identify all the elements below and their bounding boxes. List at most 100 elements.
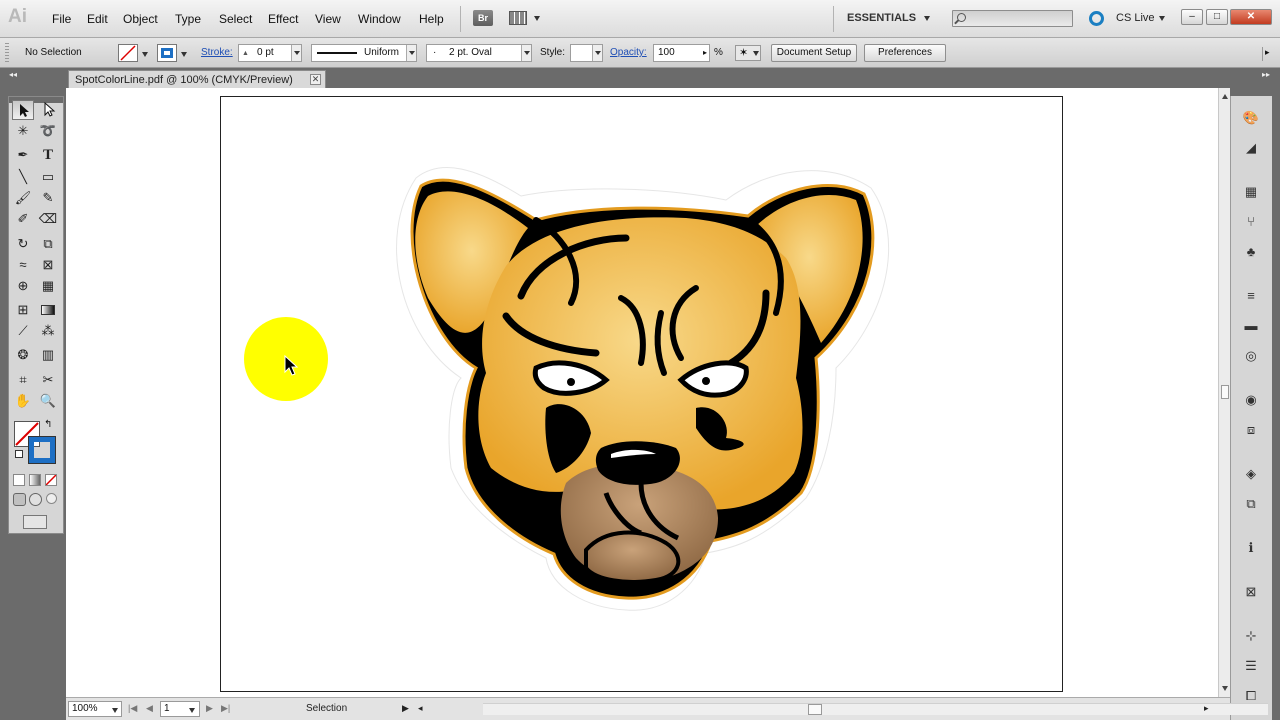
expand-icon[interactable]: ▸▸ (1262, 70, 1270, 79)
symbols-panel-icon[interactable]: ♣ (1241, 243, 1261, 261)
menu-help[interactable]: Help (419, 12, 444, 26)
document-tab[interactable]: SpotColorLine.pdf @ 100% (CMYK/Preview) … (68, 70, 326, 88)
recolor-artwork-button[interactable]: ✶ (735, 45, 761, 61)
horizontal-scrollbar[interactable] (483, 703, 1268, 715)
navigator-panel-icon[interactable]: ⊠ (1241, 583, 1261, 601)
selection-tool-icon[interactable] (12, 100, 34, 120)
search-input[interactable] (952, 10, 1073, 27)
maximize-button[interactable]: □ (1206, 9, 1228, 25)
scroll-thumb[interactable] (1221, 385, 1229, 399)
align-panel-icon[interactable]: ☰ (1241, 657, 1261, 675)
type-tool-icon[interactable]: T (37, 145, 59, 165)
workspace-switcher[interactable]: ESSENTIALS (847, 12, 916, 24)
close-tab-icon[interactable]: ✕ (310, 74, 321, 85)
draw-normal-icon[interactable] (13, 493, 26, 506)
appearance-panel-icon[interactable]: ◉ (1241, 391, 1261, 409)
chevron-down-icon[interactable] (521, 45, 531, 61)
default-colors-icon[interactable] (15, 450, 23, 458)
scroll-down-icon[interactable] (1222, 686, 1228, 691)
scroll-up-icon[interactable] (1222, 94, 1228, 99)
transform-panel-icon[interactable]: ⊹ (1241, 627, 1261, 645)
artboard-tool-icon[interactable]: ⌗ (12, 370, 34, 390)
artboard-number-field[interactable]: 1 (160, 701, 200, 717)
menu-edit[interactable]: Edit (87, 12, 108, 26)
graphic-styles-panel-icon[interactable]: ⧈ (1241, 421, 1261, 439)
menu-window[interactable]: Window (358, 12, 401, 26)
color-guide-icon[interactable]: ◢ (1241, 139, 1261, 157)
line-tool-icon[interactable]: ╲ (12, 167, 34, 187)
swap-colors-icon[interactable]: ↰ (44, 419, 52, 430)
control-bar-menu-icon[interactable]: ▸ (1262, 47, 1272, 61)
mesh-tool-icon[interactable]: ⊞ (12, 300, 34, 320)
swatches-panel-icon[interactable]: ▦ (1241, 183, 1261, 201)
document-info-icon[interactable]: ℹ (1241, 539, 1261, 557)
scroll-thumb[interactable] (808, 704, 822, 715)
chevron-down-icon[interactable] (406, 45, 416, 61)
canvas[interactable] (66, 88, 1218, 697)
gradient-tool-icon[interactable] (37, 300, 59, 320)
current-tool-status[interactable]: Selection (306, 703, 347, 714)
eyedropper-tool-icon[interactable]: ⟋ (12, 321, 34, 341)
opacity-field[interactable]: 100 ▸ (653, 44, 710, 62)
menu-type[interactable]: Type (175, 12, 201, 26)
stroke-color-swatch[interactable] (28, 436, 56, 464)
screen-mode-icon[interactable] (23, 515, 47, 529)
opacity-label-link[interactable]: Opacity: (610, 47, 647, 58)
vertical-scrollbar[interactable] (1218, 88, 1230, 697)
zoom-tool-icon[interactable]: 🔍 (37, 391, 59, 411)
draw-behind-icon[interactable] (29, 493, 42, 506)
graphic-style-picker[interactable] (570, 44, 603, 62)
perspective-grid-tool-icon[interactable]: ▦ (37, 276, 59, 296)
menu-file[interactable]: File (52, 12, 71, 26)
gradient-panel-icon[interactable]: ▬ (1241, 317, 1261, 335)
column-graph-tool-icon[interactable]: ▥ (37, 345, 59, 365)
document-setup-button[interactable]: Document Setup (771, 44, 857, 62)
pencil-tool-icon[interactable]: ✎ (37, 188, 59, 208)
stroke-swatch[interactable] (157, 44, 177, 62)
warp-tool-icon[interactable]: ≈ (12, 255, 34, 275)
lasso-tool-icon[interactable]: ➰ (37, 121, 59, 141)
variable-width-profile[interactable]: Uniform (311, 44, 417, 62)
stroke-weight-field[interactable]: ▲▼ 0 pt (238, 44, 302, 62)
pen-tool-icon[interactable]: ✒ (12, 145, 34, 165)
next-artboard-icon[interactable]: ▶ (206, 703, 213, 714)
paintbrush-tool-icon[interactable]: 🖌 (12, 188, 34, 208)
menu-effect[interactable]: Effect (268, 12, 298, 26)
panel-grip-icon[interactable] (5, 43, 9, 63)
symbol-sprayer-tool-icon[interactable]: ❂ (12, 345, 34, 365)
scroll-right-icon[interactable]: ▸ (1204, 703, 1209, 714)
stroke-panel-icon[interactable]: ≡ (1241, 287, 1261, 305)
magic-wand-tool-icon[interactable]: ✳ (12, 121, 34, 141)
arrange-documents-button[interactable] (509, 10, 541, 26)
blob-brush-tool-icon[interactable]: ✐ (12, 209, 34, 229)
scroll-left-icon[interactable]: ◂ (418, 703, 423, 714)
eraser-tool-icon[interactable]: ⌫ (37, 209, 59, 229)
direct-selection-tool-icon[interactable] (37, 100, 59, 120)
rectangle-tool-icon[interactable]: ▭ (37, 167, 59, 187)
color-panel-icon[interactable]: 🎨 (1241, 109, 1261, 127)
menu-view[interactable]: View (315, 12, 341, 26)
close-button[interactable]: ✕ (1230, 9, 1272, 25)
stroke-label-link[interactable]: Stroke: (201, 47, 233, 58)
chevron-down-icon[interactable] (291, 45, 301, 61)
brushes-panel-icon[interactable]: ⑂ (1241, 213, 1261, 231)
chevron-down-icon[interactable] (181, 52, 187, 57)
none-mode-icon[interactable] (45, 474, 57, 486)
bridge-button[interactable]: Br (473, 10, 493, 26)
chevron-right-icon[interactable]: ▸ (703, 45, 707, 61)
rotate-tool-icon[interactable]: ↻ (12, 234, 34, 254)
status-menu-icon[interactable]: ▶ (402, 703, 409, 714)
artboards-panel-icon[interactable]: ⧉ (1241, 495, 1261, 513)
menu-select[interactable]: Select (219, 12, 252, 26)
gradient-mode-icon[interactable] (29, 474, 41, 486)
blend-tool-icon[interactable]: ⁂ (37, 321, 59, 341)
hand-tool-icon[interactable]: ✋ (12, 391, 34, 411)
minimize-button[interactable]: – (1181, 9, 1203, 25)
first-artboard-icon[interactable]: |◀ (128, 703, 137, 714)
layers-panel-icon[interactable]: ◈ (1241, 465, 1261, 483)
chevron-down-icon[interactable] (592, 45, 602, 61)
stepper-icon[interactable]: ▲▼ (242, 46, 249, 61)
last-artboard-icon[interactable]: ▶| (221, 703, 230, 714)
transparency-panel-icon[interactable]: ◎ (1241, 347, 1261, 365)
fill-swatch[interactable] (118, 44, 138, 62)
